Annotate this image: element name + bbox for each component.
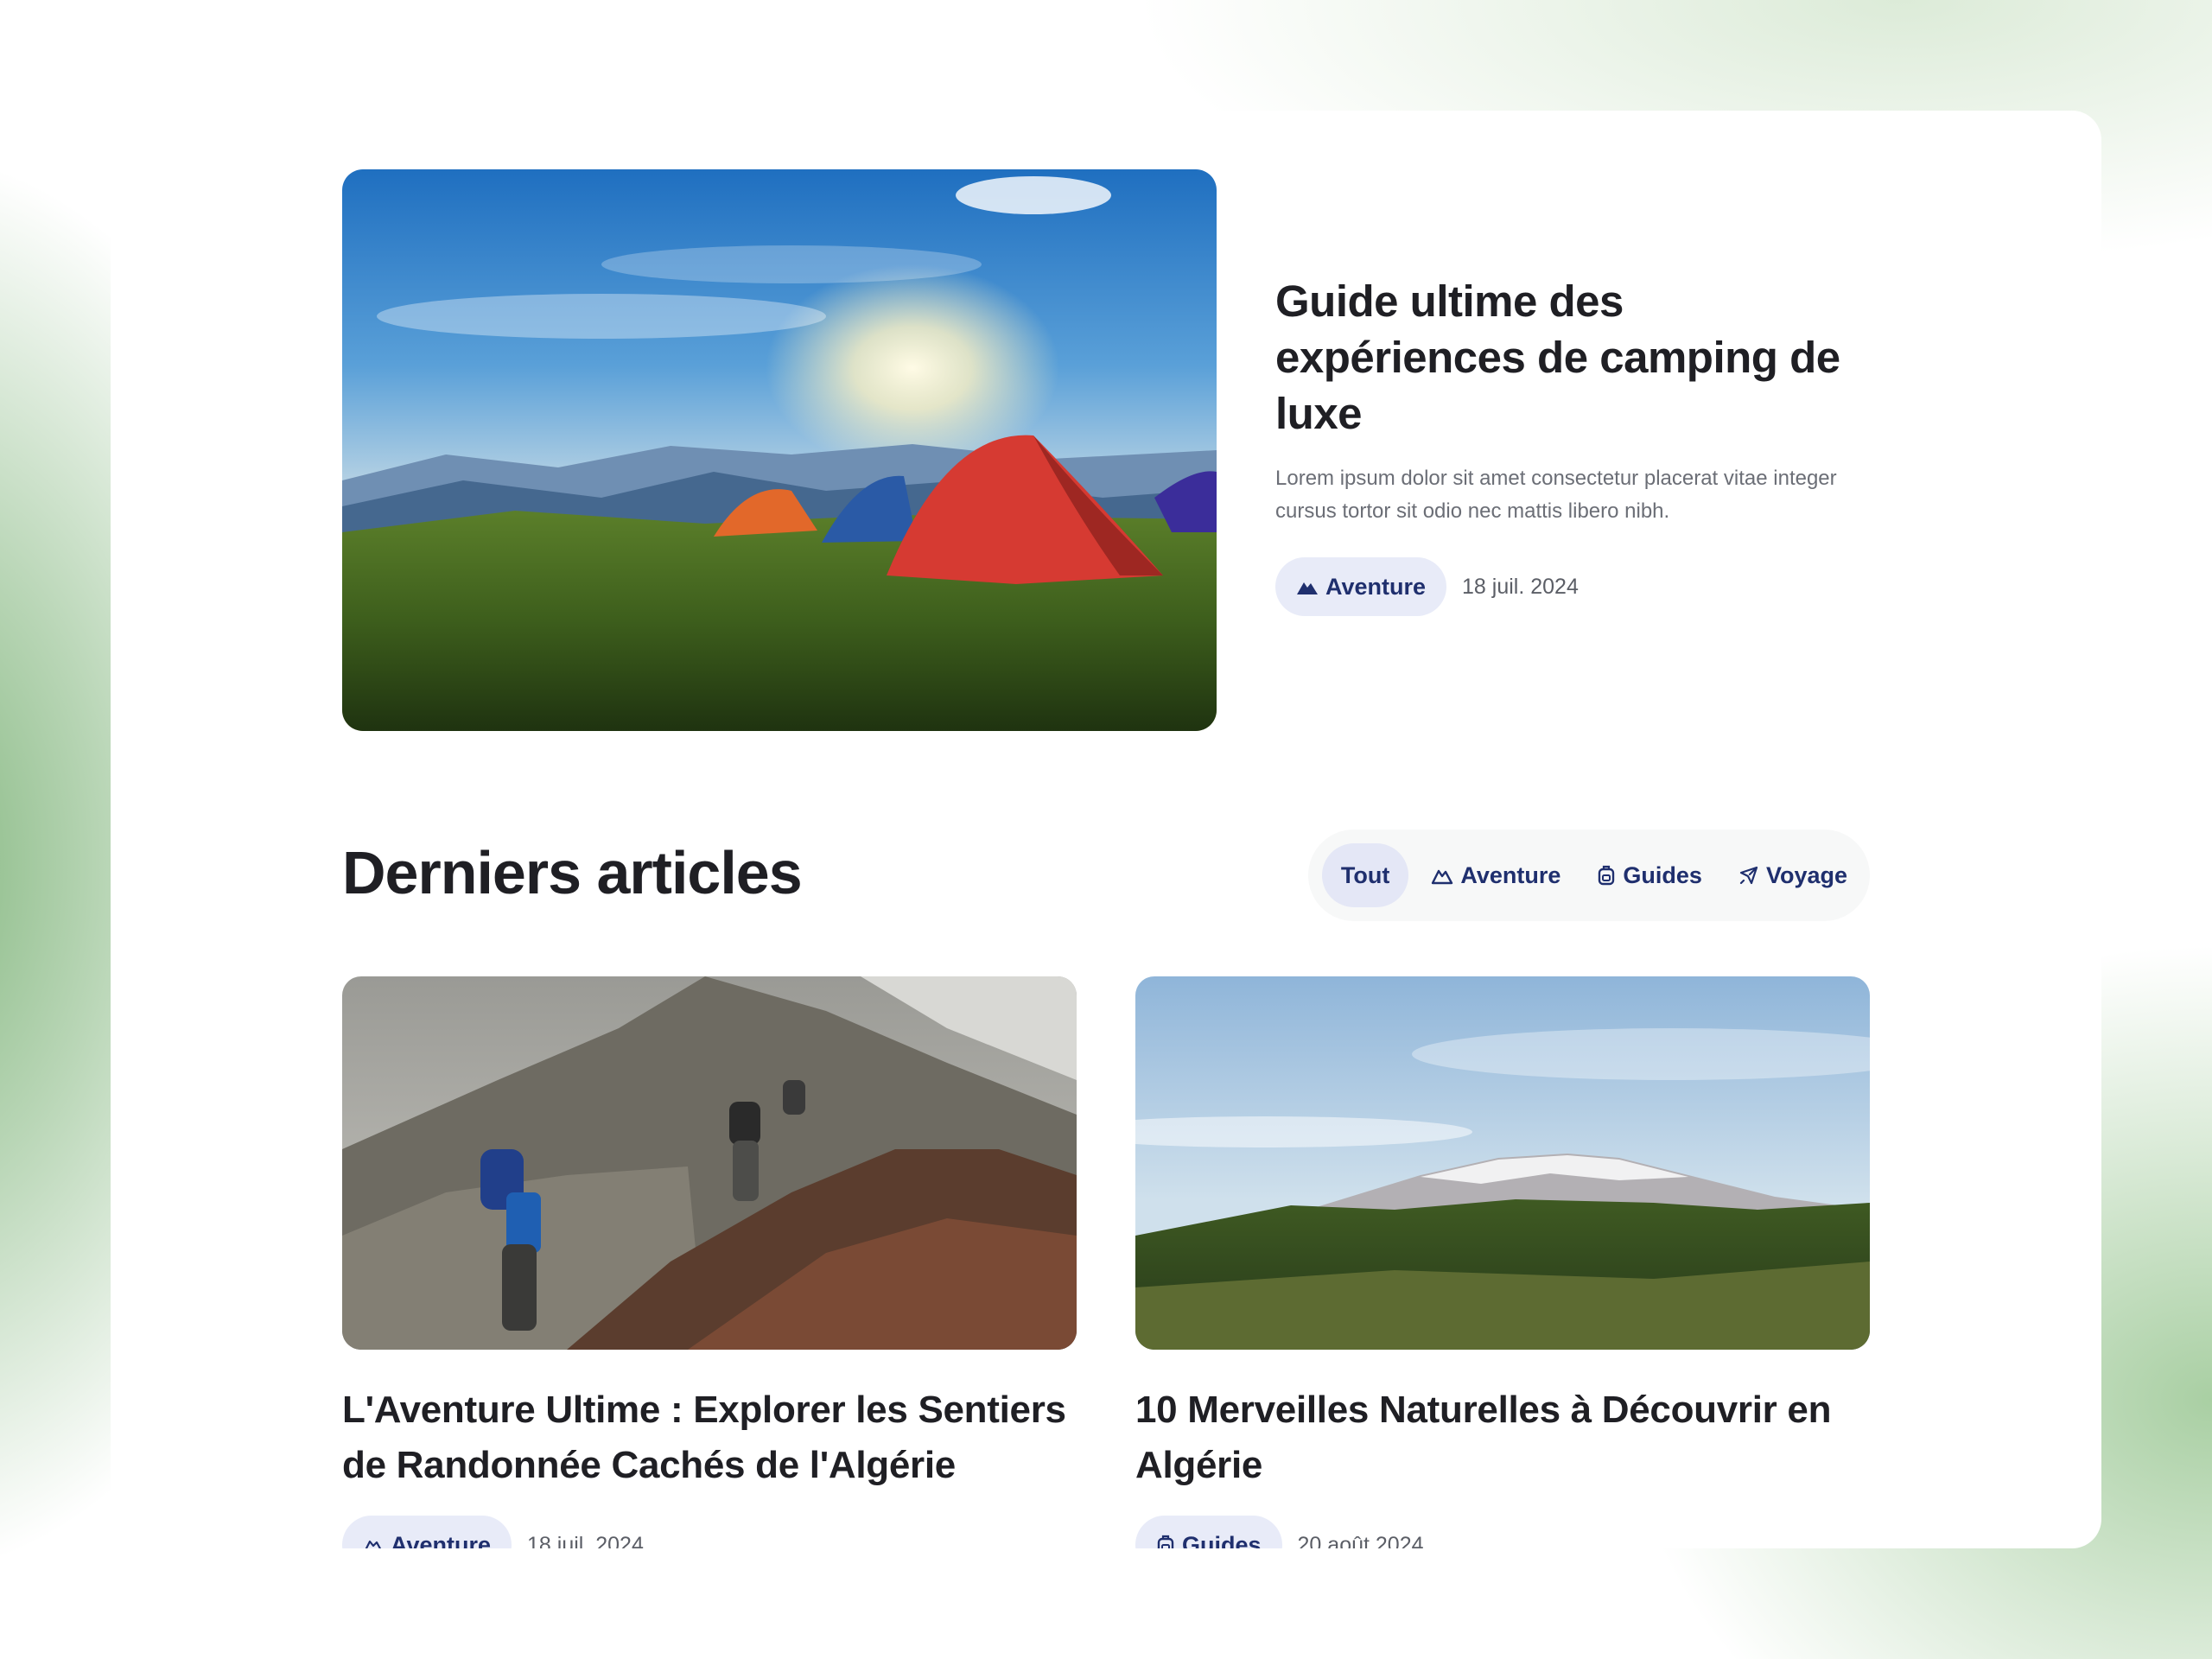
- article-image[interactable]: [342, 976, 1077, 1350]
- article-image[interactable]: [1135, 976, 1870, 1350]
- filter-tab-all[interactable]: Tout: [1321, 843, 1409, 907]
- filter-tab-label: Guides: [1623, 861, 1702, 888]
- category-badge-label: Aventure: [1325, 573, 1427, 600]
- featured-article-image[interactable]: [342, 169, 1217, 731]
- category-badge[interactable]: Aventure: [342, 1516, 512, 1548]
- backpack-icon: [1597, 865, 1616, 886]
- section-title: Derniers articles: [342, 839, 803, 906]
- mountain-icon: [363, 1536, 384, 1548]
- featured-article-excerpt: Lorem ipsum dolor sit amet consectetur p…: [1275, 467, 1837, 523]
- filter-tab-adventure[interactable]: Aventure: [1417, 843, 1574, 907]
- filter-tab-label: Aventure: [1460, 861, 1561, 888]
- publish-date: 18 juil. 2024: [1462, 574, 1579, 599]
- content-inner: Guide ultime des expériences de camping …: [342, 169, 1870, 1548]
- filter-tab-guides[interactable]: Guides: [1583, 843, 1716, 907]
- article-meta: Guides 20 août 2024: [1135, 1516, 1870, 1548]
- article-card[interactable]: L'Aventure Ultime : Explorer les Sentier…: [342, 976, 1077, 1548]
- category-badge[interactable]: Guides: [1135, 1516, 1282, 1548]
- plane-icon: [1738, 865, 1759, 886]
- publish-date: 18 juil. 2024: [527, 1532, 644, 1549]
- category-filter-bar: Tout Aventure Guides Voyage: [1307, 830, 1870, 921]
- article-meta: Aventure 18 juil. 2024: [342, 1516, 1077, 1548]
- featured-article-text: Guide ultime des expériences de camping …: [1275, 273, 1863, 616]
- content-card: Guide ultime des expériences de camping …: [111, 111, 2101, 1548]
- filter-tab-travel[interactable]: Voyage: [1725, 843, 1861, 907]
- publish-date: 20 août 2024: [1297, 1532, 1424, 1549]
- mountain-icon: [1296, 578, 1319, 595]
- category-badge-label: Aventure: [391, 1531, 492, 1549]
- category-badge[interactable]: Aventure: [1275, 557, 1447, 616]
- featured-article-title[interactable]: Guide ultime des expériences de camping …: [1275, 273, 1863, 442]
- mountain-icon: [1431, 866, 1453, 885]
- featured-article-meta: Aventure 18 juil. 2024: [1275, 557, 1863, 616]
- articles-grid: L'Aventure Ultime : Explorer les Sentier…: [342, 976, 1870, 1548]
- backpack-icon: [1156, 1535, 1175, 1548]
- featured-article[interactable]: Guide ultime des expériences de camping …: [342, 169, 1870, 731]
- article-title[interactable]: L'Aventure Ultime : Explorer les Sentier…: [342, 1382, 1077, 1493]
- article-title[interactable]: 10 Merveilles Naturelles à Découvrir en …: [1135, 1382, 1870, 1493]
- category-badge-label: Guides: [1182, 1531, 1262, 1549]
- article-card[interactable]: 10 Merveilles Naturelles à Découvrir en …: [1135, 976, 1870, 1548]
- filter-tab-label: Tout: [1340, 861, 1390, 888]
- filter-tab-label: Voyage: [1765, 861, 1847, 888]
- latest-articles-header: Derniers articles Tout Aventure Guides V…: [342, 830, 1870, 925]
